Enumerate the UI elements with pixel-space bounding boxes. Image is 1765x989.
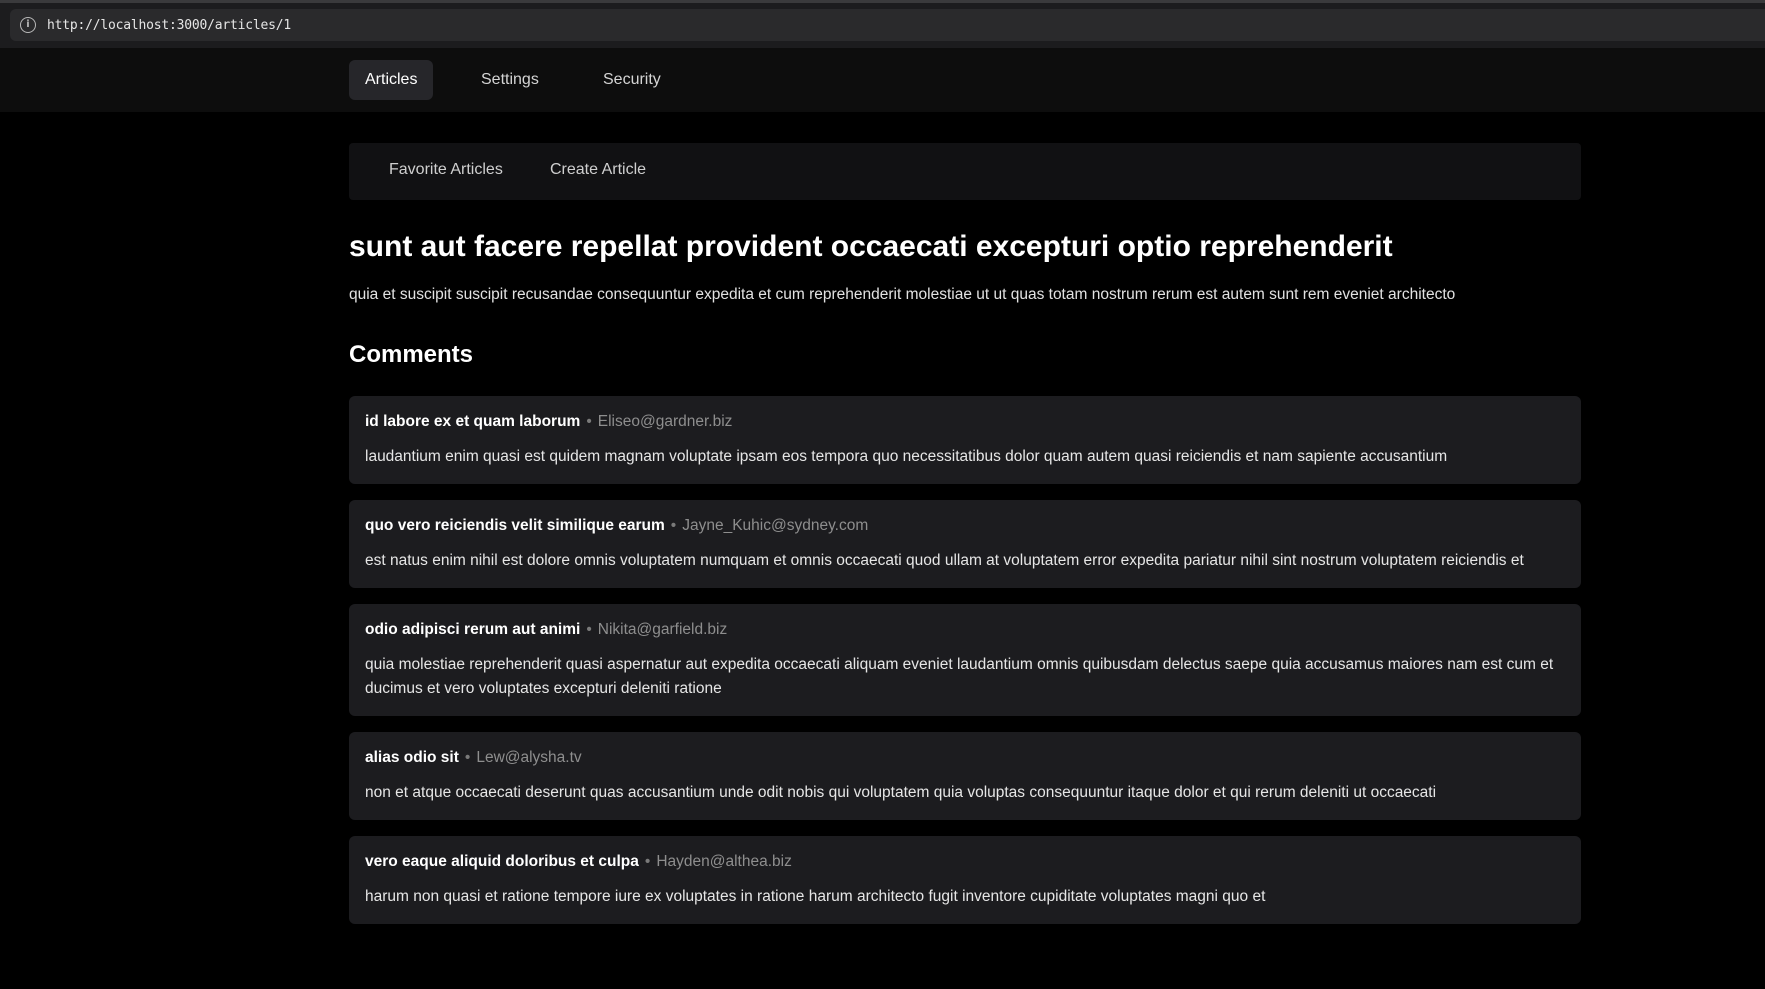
comment-email: Jayne_Kuhic@sydney.com (682, 517, 869, 534)
url-text[interactable]: http://localhost:3000/articles/1 (47, 18, 291, 33)
comment-card: alias odio sit • Lew@alysha.tv non et atqu… (349, 732, 1581, 820)
comment-body: laudantium enim quasi est quidem magnam … (365, 448, 1448, 465)
comment-name: alias odio sit (365, 749, 459, 766)
browser-toolbar: i http://localhost:3000/articles/1 (0, 0, 1765, 48)
comment-email: Nikita@garfield.biz (597, 621, 728, 638)
comment-body: non et atque occaecati deserunt quas acc… (365, 784, 1437, 801)
comment-header: quo vero reiciendis velit similique earu… (365, 517, 868, 535)
comment-name: quo vero reiciendis velit similique earu… (365, 517, 665, 534)
create-article-link[interactable]: Create Article (550, 161, 646, 179)
comment-body: est natus enim nihil est dolore omnis vo… (365, 552, 1524, 569)
comment-card: id labore ex et quam laborum • Eliseo@gard… (349, 396, 1581, 484)
comment-header: odio adipisci rerum aut animi • Nikita@gar… (365, 621, 727, 639)
comment-separator: • (586, 413, 592, 430)
site-info-icon[interactable]: i (20, 17, 36, 33)
tab-articles[interactable]: Articles (349, 60, 434, 100)
comment-card: quo vero reiciendis velit similique earu… (349, 500, 1581, 588)
comment-email: Hayden@althea.biz (656, 853, 792, 870)
comment-body: quia molestiae reprehenderit quasi asper… (365, 656, 1554, 697)
comment-separator: • (464, 749, 471, 766)
comment-separator: • (670, 517, 677, 534)
comment-name: odio adipisci rerum aut animi (365, 621, 581, 638)
comment-separator: • (586, 621, 592, 638)
comment-email: Eliseo@gardner.biz (597, 413, 733, 430)
article-body: quia et suscipit suscipit recusandae con… (349, 286, 1456, 303)
tab-settings[interactable]: Settings (465, 60, 555, 100)
address-bar[interactable]: i http://localhost:3000/articles/1 (10, 9, 1765, 41)
comment-body: harum non quasi et ratione tempore iure … (365, 888, 1266, 905)
tab-security[interactable]: Security (587, 60, 677, 100)
comment-name: vero eaque aliquid doloribus et culpa (365, 853, 639, 870)
comments-heading: Comments (349, 341, 474, 368)
top-navigation: Articles Settings Security (0, 48, 1765, 112)
comment-email: Lew@alysha.tv (476, 749, 582, 766)
comment-header: vero eaque aliquid doloribus et culpa • Ha… (365, 853, 792, 871)
comment-header: alias odio sit • Lew@alysha.tv (365, 749, 582, 767)
favorite-articles-link[interactable]: Favorite Articles (389, 161, 503, 179)
article-title: sunt aut facere repellat provident occae… (349, 230, 1393, 263)
article-subnav: Favorite Articles Create Article (349, 143, 1581, 200)
comment-card: vero eaque aliquid doloribus et culpa • Ha… (349, 836, 1581, 924)
comment-header: id labore ex et quam laborum • Eliseo@gard… (365, 413, 732, 431)
comment-card: odio adipisci rerum aut animi • Nikita@gar… (349, 604, 1581, 716)
comment-name: id labore ex et quam laborum (365, 413, 581, 430)
comment-separator: • (644, 853, 651, 870)
